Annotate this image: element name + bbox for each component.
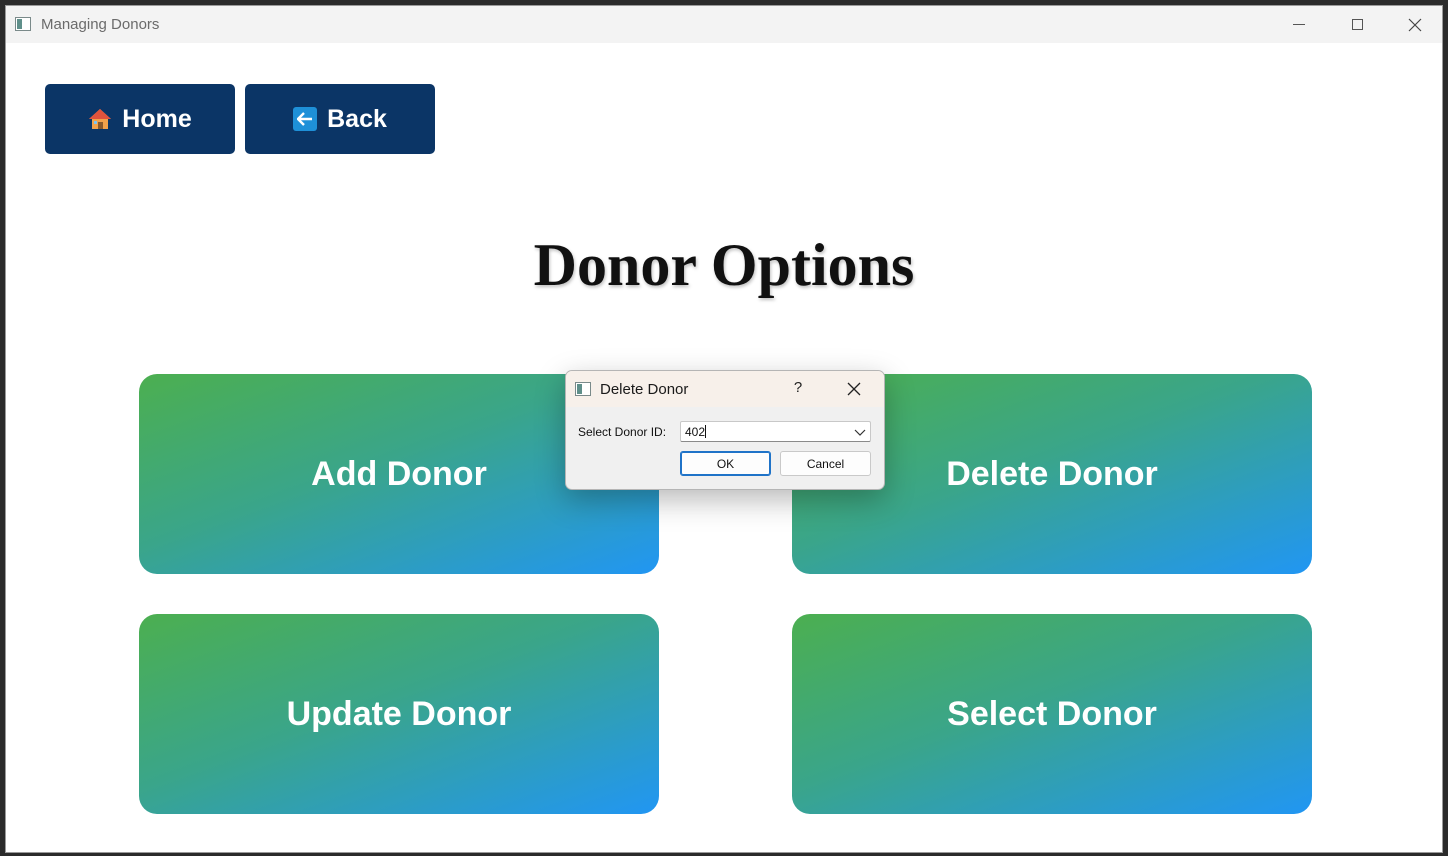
home-button[interactable]: Home <box>45 84 235 154</box>
title-bar[interactable]: Managing Donors <box>6 6 1442 43</box>
maximize-button[interactable] <box>1328 6 1386 43</box>
donor-id-label: Select Donor ID: <box>578 425 667 439</box>
update-donor-button[interactable]: Update Donor <box>139 614 659 814</box>
donor-id-combobox[interactable]: 402 <box>680 421 871 442</box>
back-button-label: Back <box>327 104 387 133</box>
close-icon <box>847 382 861 396</box>
dialog-window-icon <box>575 382 591 396</box>
dialog-title-bar[interactable]: Delete Donor ? <box>566 371 884 407</box>
delete-donor-dialog: Delete Donor ? Select Donor ID: 402 OK C… <box>565 370 885 490</box>
maximize-icon <box>1351 19 1363 30</box>
donor-id-value: 402 <box>685 425 706 439</box>
minimize-icon <box>1293 24 1305 25</box>
dialog-title: Delete Donor <box>600 381 689 398</box>
ok-button[interactable]: OK <box>680 451 771 476</box>
close-icon <box>1408 18 1422 31</box>
select-donor-button[interactable]: Select Donor <box>792 614 1312 814</box>
home-button-label: Home <box>122 104 192 133</box>
page-title: Donor Options <box>533 232 915 298</box>
help-button[interactable]: ? <box>788 379 808 396</box>
back-button[interactable]: Back <box>245 84 435 154</box>
dialog-close-button[interactable] <box>842 377 866 401</box>
window-title: Managing Donors <box>41 16 160 33</box>
chevron-down-icon[interactable] <box>854 426 866 438</box>
left-arrow-icon <box>293 107 318 131</box>
cancel-button[interactable]: Cancel <box>780 451 871 476</box>
app-window-icon <box>15 17 31 31</box>
house-icon <box>89 109 112 129</box>
minimize-button[interactable] <box>1270 6 1328 43</box>
close-button[interactable] <box>1386 6 1442 43</box>
